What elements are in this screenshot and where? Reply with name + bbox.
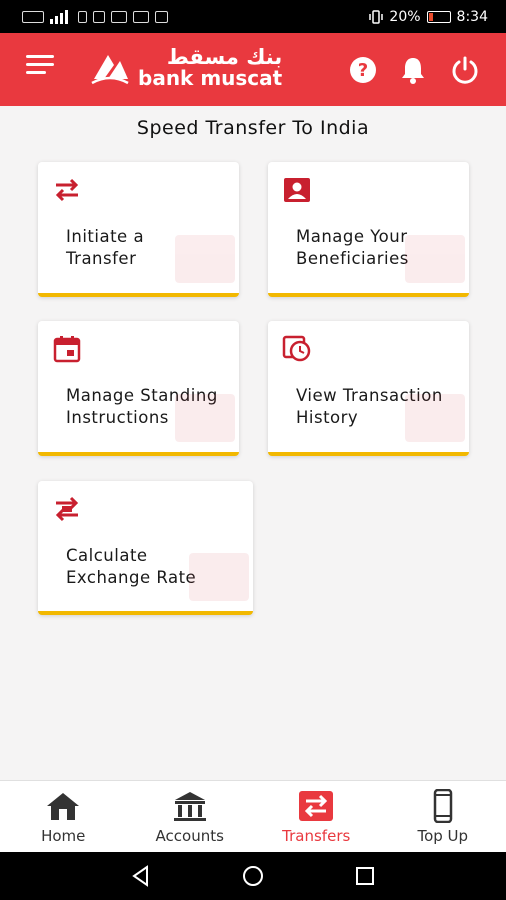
power-icon[interactable]: [450, 55, 480, 85]
sim-icon: [78, 10, 87, 23]
calendar-icon: [53, 336, 81, 363]
app-notification-icon: [155, 10, 168, 23]
volte-icon: [22, 10, 44, 23]
nav-topup[interactable]: Top Up: [380, 781, 506, 852]
watermark-icon: [405, 394, 465, 442]
card-label: Manage Your Beneficiaries: [296, 227, 409, 268]
nav-accounts-label: Accounts: [155, 826, 224, 845]
initiate-transfer-card[interactable]: Initiate a Transfer: [38, 162, 239, 297]
bottom-nav: Home Accounts Transfers Top Up: [0, 780, 506, 852]
home-icon: [47, 792, 80, 820]
logo-mark-icon: [91, 54, 129, 84]
watermark-icon: [405, 235, 465, 283]
nav-home-label: Home: [41, 826, 86, 845]
clock: 8:34: [456, 8, 488, 25]
nav-transfers-label: Transfers: [282, 826, 351, 845]
watermark-icon: [175, 235, 235, 283]
transfer-icon: [299, 790, 334, 821]
back-icon[interactable]: [129, 864, 153, 888]
nav-accounts[interactable]: Accounts: [127, 781, 254, 852]
battery-percent: 20%: [389, 8, 421, 25]
logo-arabic: بنك مسقط: [166, 45, 283, 69]
transaction-history-card[interactable]: View Transaction History: [268, 321, 469, 456]
person-icon: [284, 178, 310, 202]
nav-transfers[interactable]: Transfers: [253, 781, 380, 852]
nav-home[interactable]: Home: [0, 781, 127, 852]
image-icon: [111, 10, 127, 23]
system-nav-bar: [0, 852, 506, 900]
app-header: بنك مسقط bank muscat ?: [0, 33, 506, 106]
page-title: Speed Transfer To India: [136, 117, 370, 139]
status-icons-left: [22, 9, 168, 24]
notification-icon: [93, 10, 105, 23]
transfer-arrows-icon: [55, 178, 79, 202]
battery-icon: [426, 10, 451, 23]
nav-topup-label: Top Up: [417, 826, 469, 845]
home-button-icon[interactable]: [241, 864, 265, 888]
card-label: Initiate a Transfer: [66, 227, 145, 268]
manage-beneficiaries-card[interactable]: Manage Your Beneficiaries: [268, 162, 469, 297]
standing-instructions-card[interactable]: Manage Standing Instructions: [38, 321, 239, 456]
card-label: Calculate Exchange Rate: [66, 546, 197, 587]
logo-english: bank muscat: [138, 66, 283, 90]
exchange-rate-card[interactable]: Calculate Exchange Rate: [38, 481, 253, 615]
status-bar: 20% 8:34: [0, 0, 506, 33]
exchange-icon: [55, 496, 79, 522]
hamburger-menu-icon[interactable]: [26, 55, 54, 77]
status-icons-right: 20% 8:34: [369, 9, 488, 25]
bell-icon[interactable]: [398, 55, 428, 85]
recents-icon[interactable]: [353, 864, 377, 888]
phone-icon: [433, 788, 452, 823]
help-icon[interactable]: ?: [350, 57, 376, 83]
watermark-icon: [189, 553, 249, 601]
watermark-icon: [175, 394, 235, 442]
message-icon: [133, 10, 149, 23]
bank-icon: [173, 791, 206, 821]
history-icon: [282, 335, 311, 362]
vibrate-icon: [369, 9, 384, 24]
bank-muscat-logo: بنك مسقط bank muscat: [90, 47, 282, 88]
signal-icon: [50, 9, 68, 24]
